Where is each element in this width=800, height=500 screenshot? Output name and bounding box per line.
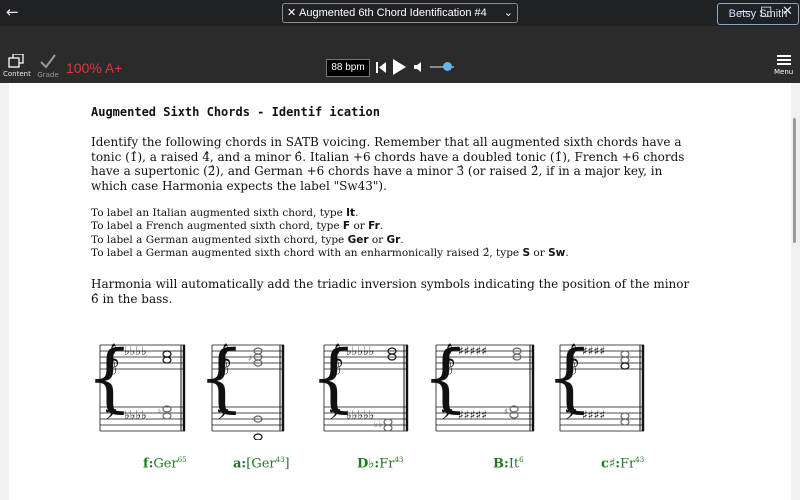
sharp-icon: ♯♯♯♯ (582, 408, 605, 422)
instruction-list: To label an Italian augmented sixth chor… (91, 207, 569, 260)
bass-clef-icon: 𝄢 (564, 404, 577, 428)
grade-label: Grade (37, 71, 59, 79)
bass-clef-icon: 𝄢 (216, 404, 229, 428)
chord-answer-5[interactable]: c♯:Fr43 (601, 456, 644, 471)
svg-text:♮: ♮ (158, 407, 161, 416)
treble-clef-icon: 𝄞 (328, 343, 343, 375)
chord-example-3[interactable]: { 𝄞 𝄢 ♭♭♭♭♭ ♭♭♭♭♭ ♭♭ (310, 335, 409, 432)
svg-text:♯: ♯ (504, 407, 508, 416)
chord-example-2[interactable]: { 𝄞 𝄢 ♯ (198, 335, 285, 440)
chord-example-4[interactable]: { 𝄞 𝄢 ♯♯♯♯♯ ♯♯♯♯♯ ♯ (422, 335, 535, 432)
svg-text:♯: ♯ (248, 354, 252, 364)
instruction-swiss: To label a German augmented sixth chord … (91, 246, 569, 259)
content-icon (8, 54, 24, 68)
hamburger-menu-icon (776, 55, 791, 65)
sharp-icon: ♯♯♯♯♯ (458, 408, 487, 422)
checkmark-icon (40, 54, 56, 69)
treble-clef-icon: 𝄞 (104, 343, 119, 375)
sharp-icon: ♯♯♯♯♯ (458, 344, 487, 358)
menu-button[interactable]: Menu (774, 54, 793, 76)
chord-answer-4[interactable]: B:It6 (493, 456, 524, 471)
play-icon[interactable] (391, 58, 407, 76)
chord-answer-1[interactable]: f:Ger65 (143, 456, 187, 471)
flat-icon: ♭♭♭♭♭ (346, 344, 374, 358)
menu-label: Menu (774, 68, 794, 76)
intro-paragraph: Identify the following chords in SATB vo… (91, 135, 685, 193)
content-button[interactable]: Content (3, 54, 31, 78)
chord-examples: { 𝄞 𝄢 ♭♭♭♭ ♭♭♭♭ ♮ { 𝄞 𝄢 ♯ {𝄞 𝄢 ♭♭♭♭♭ ♭♭… (88, 335, 645, 440)
content-label: Content (3, 70, 31, 78)
instruction-french: To label a French augmented sixth chord,… (91, 220, 384, 233)
volume-slider-knob[interactable] (443, 62, 452, 71)
chord-answer-3[interactable]: D♭:Fr43 (357, 456, 403, 471)
user-button[interactable]: Betsy Smith (717, 3, 799, 25)
score-display: 100% A+ (66, 60, 123, 76)
chevron-down-icon: ⌄ (503, 7, 513, 19)
treble-clef-icon: 𝄞 (216, 343, 231, 375)
treble-clef-icon: 𝄞 (440, 343, 455, 375)
left-gutter (0, 83, 9, 500)
instruction-italian: To label an Italian augmented sixth chor… (91, 207, 359, 219)
chord-answer-2[interactable]: a:[Ger43] (233, 456, 290, 471)
page-title: Augmented Sixth Chords - Identif ication (91, 105, 380, 119)
svg-text:♭♭: ♭♭ (374, 420, 383, 430)
bass-clef-icon: 𝄢 (440, 404, 453, 428)
bass-clef-icon: 𝄢 (104, 404, 117, 428)
assignment-title-dropdown[interactable]: ✕ Augmented 6th Chord Identification #4 … (282, 3, 518, 37)
treble-clef-icon: 𝄞 (564, 343, 579, 375)
chord-example-5[interactable]: { 𝄞 𝄢 ♯♯♯♯ ♯♯♯♯ (546, 335, 645, 432)
auto-note-paragraph: Harmonia will automatically add the tria… (91, 277, 690, 306)
grade-button[interactable]: Grade (37, 53, 59, 79)
close-assignment-icon[interactable]: ✕ (287, 4, 296, 22)
window-titlebar: ← — □ ✕ ✕ Augmented 6th Chord Identifica… (0, 0, 800, 37)
skip-back-icon[interactable] (375, 61, 387, 74)
chord-example-1[interactable]: { 𝄞 𝄢 ♭♭♭♭ ♭♭♭♭ ♮ (88, 335, 186, 432)
flat-icon: ♭♭♭♭ (124, 408, 147, 422)
tempo-field[interactable]: 88 bpm (326, 59, 370, 77)
flat-icon: ♭♭♭♭ (124, 344, 147, 358)
scrollbar-thumb[interactable] (793, 118, 796, 243)
volume-icon[interactable] (413, 61, 425, 73)
arrow-left-icon[interactable]: ← (6, 3, 19, 21)
bass-clef-icon: 𝄢 (328, 404, 341, 428)
sharp-icon: ♯♯♯♯ (582, 344, 605, 358)
flat-icon: ♭♭♭♭♭ (346, 408, 374, 422)
instruction-german: To label a German augmented sixth chord,… (91, 233, 404, 246)
toolbar: Content Grade 100% A+ 88 bpm Menu (0, 26, 800, 83)
